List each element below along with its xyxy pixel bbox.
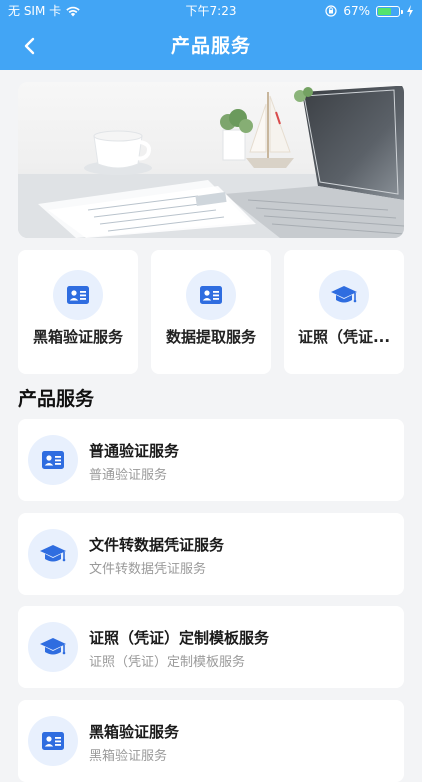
battery-percent: 67% <box>343 4 370 18</box>
charging-icon <box>407 5 413 17</box>
service-subtitle: 黑箱验证服务 <box>89 749 168 764</box>
id-card-icon <box>67 286 89 304</box>
status-right: 67% <box>325 0 414 22</box>
tile-label: 证照（凭证... <box>297 328 391 346</box>
workspace-illustration <box>18 82 404 238</box>
tile-data-extract[interactable]: 数据提取服务 <box>151 250 271 374</box>
graduation-cap-icon <box>40 638 66 655</box>
section-title: 产品服务 <box>18 388 95 410</box>
service-item[interactable]: 文件转数据凭证服务 文件转数据凭证服务 <box>18 513 404 595</box>
service-icon-wrap <box>28 529 78 579</box>
tile-icon-wrap <box>53 270 103 320</box>
banner-image <box>18 82 404 238</box>
tile-label: 黑箱验证服务 <box>32 328 123 346</box>
tile-blackbox-verify[interactable]: 黑箱验证服务 <box>18 250 138 374</box>
status-bar: 无 SIM 卡 下午7:23 67% <box>0 0 422 22</box>
tile-icon-wrap <box>186 270 236 320</box>
service-icon-wrap <box>28 435 78 485</box>
service-title: 证照（凭证）定制模板服务 <box>89 629 270 647</box>
service-icon-wrap <box>28 716 78 766</box>
id-card-icon <box>200 286 222 304</box>
service-subtitle: 普通验证服务 <box>89 468 168 483</box>
top-bar: 无 SIM 卡 下午7:23 67% 产品服务 <box>0 0 422 70</box>
id-card-icon <box>42 732 64 750</box>
battery-icon <box>376 5 403 17</box>
service-subtitle: 文件转数据凭证服务 <box>89 562 207 577</box>
service-title: 文件转数据凭证服务 <box>89 536 225 554</box>
id-card-icon <box>42 451 64 469</box>
service-icon-wrap <box>28 622 78 672</box>
quick-tiles: 黑箱验证服务 数据提取服务 证照（凭证... <box>18 250 404 374</box>
service-item[interactable]: 黑箱验证服务 黑箱验证服务 <box>18 700 404 782</box>
service-title: 黑箱验证服务 <box>89 723 180 741</box>
service-subtitle: 证照（凭证）定制模板服务 <box>89 655 246 670</box>
service-title: 普通验证服务 <box>89 442 180 460</box>
graduation-cap-icon <box>40 545 66 562</box>
graduation-cap-icon <box>331 286 357 303</box>
tile-certificate[interactable]: 证照（凭证... <box>284 250 404 374</box>
nav-bar: 产品服务 <box>0 22 422 70</box>
tile-label: 数据提取服务 <box>165 328 256 346</box>
page-title: 产品服务 <box>170 35 251 57</box>
service-item[interactable]: 证照（凭证）定制模板服务 证照（凭证）定制模板服务 <box>18 606 404 688</box>
tile-icon-wrap <box>319 270 369 320</box>
service-item[interactable]: 普通验证服务 普通验证服务 <box>18 419 404 501</box>
orientation-lock-icon <box>325 5 337 17</box>
